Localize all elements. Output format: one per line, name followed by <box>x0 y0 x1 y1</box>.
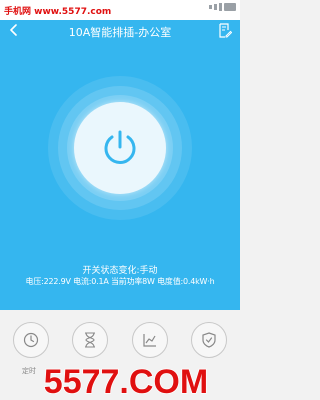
document-edit-icon <box>219 22 232 38</box>
status-bar: 手机网 www.5577.com <box>0 0 240 20</box>
action-row <box>0 322 240 362</box>
header: 10A智能排插-办公室 <box>0 20 240 42</box>
shield-icon <box>202 332 216 348</box>
log-button[interactable] <box>217 22 233 38</box>
hourglass-icon <box>85 332 95 348</box>
signal-bar-icon <box>209 5 212 9</box>
signal-bar-icon <box>219 3 222 11</box>
signal-bar-icon <box>214 4 217 10</box>
statistics-button[interactable] <box>132 322 168 358</box>
countdown-button[interactable] <box>72 322 108 358</box>
back-button[interactable] <box>6 22 22 38</box>
switch-status-text: 开关状态变化:手动 <box>82 266 158 276</box>
power-readings-text: 电压:222.9V 电流:0.1A 当前功率8W 电度值:0.4kW·h <box>25 277 215 286</box>
clock-icon <box>23 332 39 348</box>
watermark-logo-text: 5577.COM <box>44 363 208 400</box>
protection-button[interactable] <box>191 322 227 358</box>
battery-icon <box>224 3 236 11</box>
watermark-logo-text: 手机网 www.5577.com <box>4 7 112 17</box>
page-title: 10A智能排插-办公室 <box>68 26 172 39</box>
chart-icon <box>143 334 156 347</box>
power-icon <box>104 130 136 164</box>
chevron-left-icon <box>10 24 17 36</box>
timer-button[interactable] <box>13 322 49 358</box>
status-icons <box>209 3 236 11</box>
device-panel: 10A智能排插-办公室 开关状态变化:手动 电压:222.9V 电流:0.1A … <box>0 20 240 310</box>
power-toggle-button[interactable] <box>74 102 166 194</box>
watermark-logo: 5577.COM <box>43 362 209 400</box>
